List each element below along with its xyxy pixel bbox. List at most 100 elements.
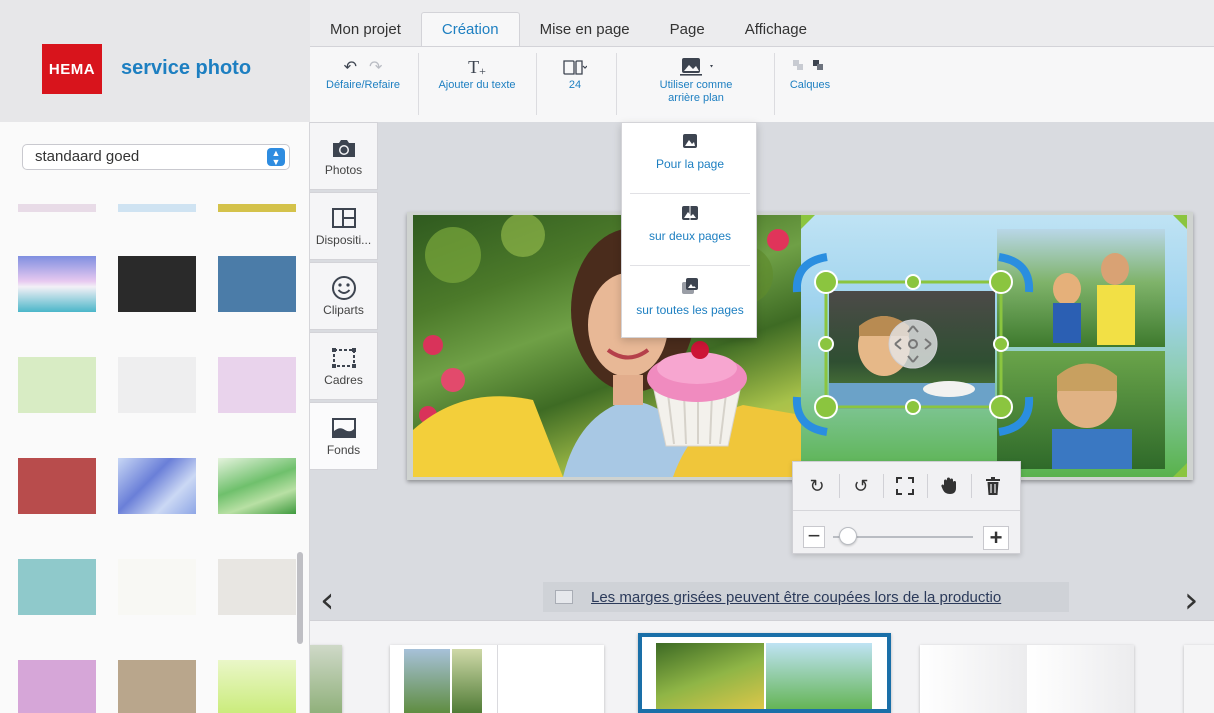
category-photos[interactable]: Photos — [310, 122, 378, 190]
bg-all-pages-option[interactable]: sur toutes les pages — [622, 277, 758, 317]
background-swatch[interactable] — [118, 660, 196, 713]
background-swatch[interactable] — [18, 204, 96, 212]
undo-icon[interactable]: ↶ — [344, 57, 357, 77]
photo-spread[interactable] — [407, 212, 1193, 480]
page-filmstrip — [310, 620, 1214, 713]
cupcake-clipart[interactable] — [640, 338, 755, 450]
preset-select[interactable]: standaard goed ▲ ▼ — [22, 144, 290, 170]
page-thumbnail[interactable] — [1184, 645, 1214, 713]
single-page-icon — [683, 134, 697, 148]
fit-frame-icon[interactable] — [891, 472, 919, 500]
background-swatch[interactable] — [18, 559, 96, 615]
select-arrows-icon[interactable]: ▲ ▼ — [267, 148, 285, 167]
bg-two-pages-option[interactable]: sur deux pages — [622, 205, 758, 243]
undo-redo-label: Défaire/Refaire — [326, 79, 400, 91]
background-image-icon — [676, 55, 716, 79]
selection-overlay — [792, 253, 1034, 436]
toolbar-divider — [971, 474, 972, 498]
bg-all-pages-label: sur toutes les pages — [636, 303, 744, 317]
element-toolbar: ↻ ↺ − + — [792, 461, 1021, 554]
bg-for-page-option[interactable]: Pour la page — [622, 133, 758, 171]
all-pages-icon — [682, 278, 698, 294]
hand-pan-icon[interactable] — [935, 472, 963, 500]
add-text-button[interactable]: T + Ajouter du texte — [422, 55, 532, 92]
background-swatch[interactable] — [18, 660, 96, 713]
resize-handle-top-left[interactable] — [814, 270, 838, 294]
bg-for-page-label: Pour la page — [655, 157, 725, 171]
category-cliparts[interactable]: Cliparts — [310, 262, 378, 330]
toolbar-divider — [927, 474, 928, 498]
toolbar-divider — [883, 474, 884, 498]
tab-page[interactable]: Page — [650, 12, 725, 46]
tab-affichage[interactable]: Affichage — [725, 12, 827, 46]
thumbnail-photo — [766, 643, 872, 709]
page-thumbnail[interactable] — [310, 645, 342, 713]
next-page-arrow[interactable]: › — [1184, 580, 1198, 621]
hema-logo[interactable]: HEMA — [42, 44, 102, 94]
thumbnail-photo — [452, 649, 482, 713]
zoom-slider-thumb[interactable] — [839, 527, 857, 545]
rotate-counterclockwise-icon[interactable]: ↺ — [847, 472, 875, 500]
resize-handle-right[interactable] — [993, 336, 1009, 352]
page-count-button[interactable]: 24 — [550, 55, 600, 91]
move-handle-icon[interactable] — [888, 319, 938, 369]
background-swatch[interactable] — [118, 256, 196, 312]
resize-handle-bottom-left[interactable] — [814, 395, 838, 419]
background-swatch[interactable] — [18, 458, 96, 514]
resize-handle-bottom[interactable] — [905, 399, 921, 415]
page-thumbnail[interactable] — [390, 645, 604, 713]
add-text-icon: T + — [468, 56, 486, 78]
tab-mise-en-page[interactable]: Mise en page — [520, 12, 650, 46]
resize-handle-top-right[interactable] — [989, 270, 1013, 294]
category-fonds[interactable]: Fonds — [310, 402, 378, 470]
category-dispositions-label: Dispositi... — [315, 233, 372, 247]
background-swatch[interactable] — [118, 204, 196, 212]
tab-creation[interactable]: Création — [420, 12, 520, 46]
layers-label: Calques — [789, 79, 831, 91]
layers-button[interactable]: Calques — [780, 55, 840, 91]
rotate-clockwise-icon[interactable]: ↻ — [803, 472, 831, 500]
toolbar-divider — [793, 510, 1020, 511]
previous-page-arrow[interactable]: ‹ — [320, 580, 334, 621]
background-swatch[interactable] — [118, 559, 196, 615]
background-swatch[interactable] — [118, 458, 196, 514]
background-swatch[interactable] — [18, 357, 96, 413]
tab-mon-projet[interactable]: Mon projet — [310, 12, 421, 46]
category-cadres-label: Cadres — [324, 373, 363, 387]
thumbnail-photo — [404, 649, 450, 713]
background-swatch[interactable] — [218, 204, 296, 212]
zoom-out-button[interactable]: − — [803, 525, 825, 548]
resize-handle-bottom-right[interactable] — [989, 395, 1013, 419]
toolbar-divider — [536, 53, 537, 115]
redo-icon[interactable]: ↷ — [369, 57, 382, 77]
camera-icon — [331, 133, 357, 163]
zoom-in-button[interactable]: + — [983, 526, 1009, 550]
trash-icon[interactable] — [979, 472, 1007, 500]
margin-notice-text[interactable]: Les marges grisées peuvent être coupées … — [591, 589, 1001, 606]
background-swatch[interactable] — [218, 357, 296, 413]
use-as-background-label: Utiliser comme arrière plan — [659, 79, 733, 104]
category-fonds-label: Fonds — [326, 443, 361, 457]
page-thumbnail[interactable] — [920, 645, 1134, 713]
resize-handle-left[interactable] — [818, 336, 834, 352]
smiley-icon — [331, 273, 357, 303]
background-swatch[interactable] — [118, 357, 196, 413]
thumbnail-photo — [656, 643, 764, 709]
sidebar-scrollbar[interactable] — [297, 552, 303, 644]
background-swatch[interactable] — [18, 256, 96, 312]
margin-checkbox[interactable] — [555, 590, 573, 604]
preset-select-value: standaard goed — [35, 148, 140, 165]
category-dispositions[interactable]: Dispositi... — [310, 192, 378, 260]
dropdown-divider — [630, 193, 750, 194]
background-swatch[interactable] — [218, 559, 296, 615]
category-cadres[interactable]: Cadres — [310, 332, 378, 400]
background-swatch[interactable] — [218, 458, 296, 514]
page-thumbnail-selected[interactable] — [638, 633, 891, 713]
use-as-background-button[interactable]: Utiliser comme arrière plan — [622, 55, 770, 105]
resize-handle-top[interactable] — [905, 274, 921, 290]
background-swatch[interactable] — [218, 660, 296, 713]
undo-redo-button[interactable]: ↶ ↷ Défaire/Refaire — [313, 55, 413, 91]
layers-icon — [790, 55, 830, 79]
background-swatch[interactable] — [218, 256, 296, 312]
book-icon — [563, 55, 587, 79]
